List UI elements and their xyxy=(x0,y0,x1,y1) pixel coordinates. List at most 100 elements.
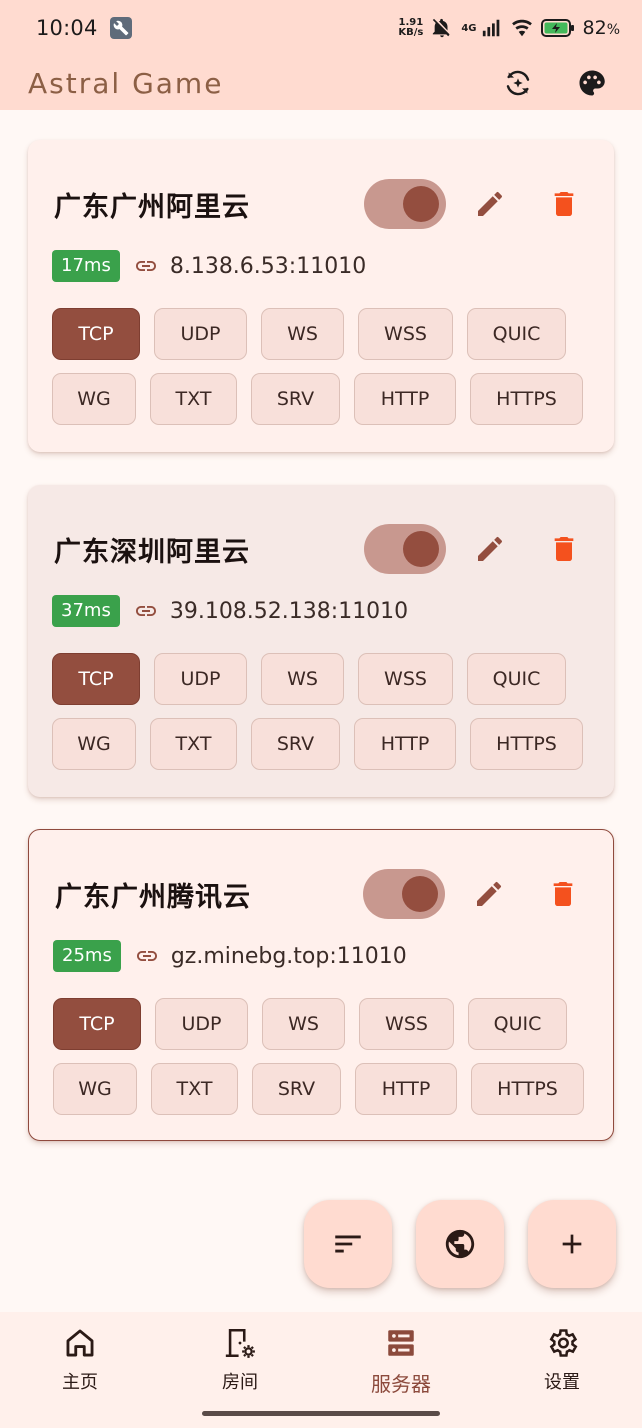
sort-icon xyxy=(335,1235,361,1253)
server-enable-toggle[interactable] xyxy=(364,524,446,574)
protocol-chip-http[interactable]: HTTP xyxy=(354,718,456,770)
server-enable-toggle[interactable] xyxy=(363,869,445,919)
protocol-chip-txt[interactable]: TXT xyxy=(150,718,237,770)
edit-server-button[interactable] xyxy=(473,878,505,910)
protocol-chip-ws[interactable]: WS xyxy=(262,998,345,1050)
server-meta: 25ms gz.minebg.top:11010 xyxy=(53,940,407,972)
protocol-chip-quic[interactable]: QUIC xyxy=(468,998,567,1050)
nav-settings[interactable]: 设置 xyxy=(507,1326,617,1402)
link-icon xyxy=(135,261,156,271)
app-title: Astral Game xyxy=(28,66,224,100)
protocol-chip-srv[interactable]: SRV xyxy=(252,1063,341,1115)
add-server-button[interactable] xyxy=(528,1200,616,1288)
wifi-icon xyxy=(511,19,532,37)
trash-icon xyxy=(553,882,573,906)
sort-button[interactable] xyxy=(304,1200,392,1288)
sync-icon xyxy=(506,70,530,96)
protocol-chip-txt[interactable]: TXT xyxy=(151,1063,238,1115)
protocol-chip-udp[interactable]: UDP xyxy=(154,308,247,360)
protocol-chip-tcp[interactable]: TCP xyxy=(52,308,140,360)
protocol-chips: TCP UDP WS WSS QUIC WG TXT SRV HTTP HTTPS xyxy=(53,998,593,1128)
server-meta: 37ms 39.108.52.138:11010 xyxy=(52,595,408,627)
protocol-chip-srv[interactable]: SRV xyxy=(251,718,340,770)
protocol-chip-txt[interactable]: TXT xyxy=(150,373,237,425)
protocol-chip-tcp[interactable]: TCP xyxy=(53,998,141,1050)
nav-servers-label: 服务器 xyxy=(371,1372,431,1396)
sync-button[interactable] xyxy=(502,67,534,99)
nav-rooms[interactable]: 房间 xyxy=(185,1326,295,1402)
server-name: 广东广州腾讯云 xyxy=(55,881,251,913)
protocol-chip-https[interactable]: HTTPS xyxy=(470,718,583,770)
edit-server-button[interactable] xyxy=(474,533,506,565)
app-bar: Astral Game xyxy=(0,56,642,110)
network-type: 4G xyxy=(461,22,477,34)
server-card[interactable]: 广东广州腾讯云 25ms gz.minebg.top:11010 TCP UDP WS WS… xyxy=(28,829,614,1141)
protocol-chip-udp[interactable]: UDP xyxy=(154,653,247,705)
nav-home[interactable]: 主页 xyxy=(25,1326,135,1402)
protocol-chip-tcp[interactable]: TCP xyxy=(52,653,140,705)
pencil-icon xyxy=(477,881,502,906)
protocol-chip-wg[interactable]: WG xyxy=(52,718,136,770)
server-enable-toggle[interactable] xyxy=(364,179,446,229)
server-address: 39.108.52.138:11010 xyxy=(169,598,409,624)
protocol-chip-https[interactable]: HTTPS xyxy=(471,1063,584,1115)
toggle-knob xyxy=(403,186,439,222)
palette-icon xyxy=(579,70,605,96)
nav-servers[interactable]: 服务器 xyxy=(346,1326,456,1402)
server-address: gz.minebg.top:11010 xyxy=(170,943,407,969)
server-name: 广东广州阿里云 xyxy=(54,191,250,223)
signal-icon xyxy=(482,19,499,37)
pencil-icon xyxy=(478,536,503,561)
protocol-chip-wg[interactable]: WG xyxy=(52,373,136,425)
pencil-icon xyxy=(478,191,503,216)
protocol-chip-quic[interactable]: QUIC xyxy=(467,653,566,705)
server-card-header: 广东广州腾讯云 xyxy=(55,866,587,922)
delete-server-button[interactable] xyxy=(548,188,580,220)
server-card[interactable]: 广东深圳阿里云 37ms 39.108.52.138:11010 TCP UDP WS WS… xyxy=(28,485,614,797)
room-settings-icon xyxy=(225,1328,255,1358)
theme-button[interactable] xyxy=(576,67,608,99)
trash-icon xyxy=(554,537,574,561)
protocol-chip-udp[interactable]: UDP xyxy=(155,998,248,1050)
protocol-chip-srv[interactable]: SRV xyxy=(251,373,340,425)
protocol-chip-wg[interactable]: WG xyxy=(53,1063,137,1115)
wrench-icon xyxy=(109,17,132,39)
status-time: 10:04 xyxy=(36,16,98,40)
battery-percent: 82% xyxy=(582,17,621,39)
globe-icon xyxy=(445,1229,475,1259)
protocol-chip-http[interactable]: HTTP xyxy=(354,373,456,425)
link-icon xyxy=(136,951,157,961)
nav-rooms-label: 房间 xyxy=(222,1372,258,1393)
protocol-chip-wss[interactable]: WSS xyxy=(358,308,453,360)
protocol-chip-ws[interactable]: WS xyxy=(261,653,344,705)
add-icon xyxy=(562,1234,582,1254)
latency-badge: 37ms xyxy=(52,595,120,627)
toggle-knob xyxy=(403,531,439,567)
protocol-chip-http[interactable]: HTTP xyxy=(355,1063,457,1115)
protocol-chip-wss[interactable]: WSS xyxy=(359,998,454,1050)
status-bar: 10:04 1.91 KB/s 4G 82% xyxy=(0,0,642,56)
server-meta: 17ms 8.138.6.53:11010 xyxy=(52,250,366,282)
gear-icon xyxy=(549,1329,578,1357)
protocol-chip-quic[interactable]: QUIC xyxy=(467,308,566,360)
protocol-chip-https[interactable]: HTTPS xyxy=(470,373,583,425)
edit-server-button[interactable] xyxy=(474,188,506,220)
globe-button[interactable] xyxy=(416,1200,504,1288)
link-icon xyxy=(135,606,156,616)
toggle-knob xyxy=(402,876,438,912)
server-icon xyxy=(388,1330,414,1356)
protocol-chips: TCP UDP WS WSS QUIC WG TXT SRV HTTP HTTPS xyxy=(52,653,592,783)
home-indicator xyxy=(202,1411,440,1416)
server-name: 广东深圳阿里云 xyxy=(54,536,250,568)
delete-server-button[interactable] xyxy=(548,533,580,565)
protocol-chip-wss[interactable]: WSS xyxy=(358,653,453,705)
server-card-header: 广东深圳阿里云 xyxy=(54,521,588,577)
server-card[interactable]: 广东广州阿里云 17ms 8.138.6.53:11010 TCP UDP WS WSS QU… xyxy=(28,140,614,452)
latency-badge: 17ms xyxy=(52,250,120,282)
protocol-chip-ws[interactable]: WS xyxy=(261,308,344,360)
server-card-header: 广东广州阿里云 xyxy=(54,176,588,232)
delete-server-button[interactable] xyxy=(547,878,579,910)
nav-settings-label: 设置 xyxy=(544,1372,580,1393)
latency-badge: 25ms xyxy=(53,940,121,972)
server-address: 8.138.6.53:11010 xyxy=(169,253,367,279)
